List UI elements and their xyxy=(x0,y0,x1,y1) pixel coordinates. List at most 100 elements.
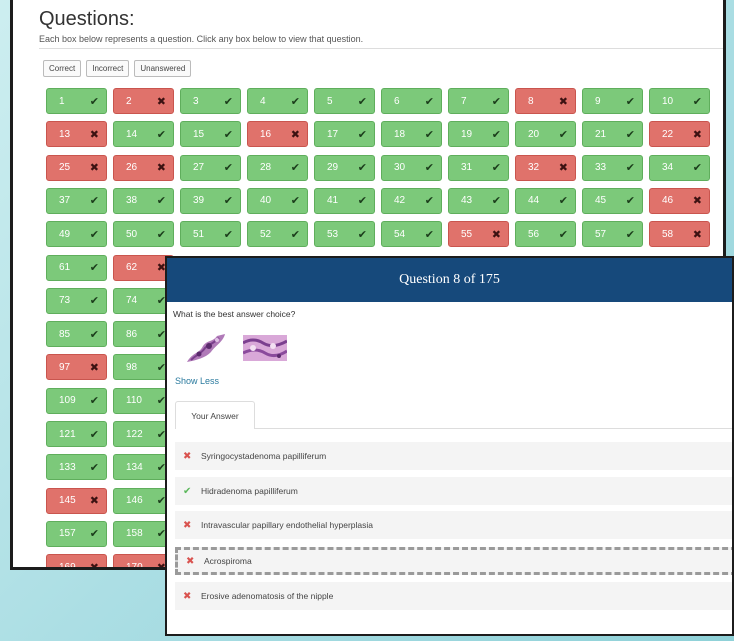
answer-choice[interactable]: ✖ Acrospiroma xyxy=(175,547,732,575)
question-box-29[interactable]: 29 ✔ xyxy=(314,154,375,181)
question-box-22[interactable]: 22 ✖ xyxy=(649,121,710,148)
question-box-32[interactable]: 32 ✖ xyxy=(515,154,576,181)
answer-choice[interactable]: ✔ Hidradenoma papilliferum xyxy=(175,477,732,505)
question-box-61[interactable]: 61 ✔ xyxy=(46,254,107,281)
question-box-17[interactable]: 17 ✔ xyxy=(314,121,375,148)
x-icon: ✖ xyxy=(183,450,192,462)
question-number: 45 xyxy=(595,195,607,207)
question-box-44[interactable]: 44 ✔ xyxy=(515,187,576,214)
check-icon: ✔ xyxy=(491,95,501,108)
question-box-39[interactable]: 39 ✔ xyxy=(180,187,241,214)
question-box-145[interactable]: 145 ✖ xyxy=(46,487,107,514)
question-number: 134 xyxy=(126,461,143,473)
question-box-97[interactable]: 97 ✖ xyxy=(46,354,107,381)
check-icon: ✔ xyxy=(183,485,192,497)
question-box-16[interactable]: 16 ✖ xyxy=(247,121,308,148)
question-box-57[interactable]: 57 ✔ xyxy=(582,221,643,248)
histology-image-2[interactable] xyxy=(243,335,287,361)
check-icon: ✔ xyxy=(89,95,99,108)
filter-incorrect-button[interactable]: Incorrect xyxy=(86,60,130,77)
question-box-38[interactable]: 38 ✔ xyxy=(113,187,174,214)
question-box-121[interactable]: 121 ✔ xyxy=(46,421,107,447)
question-box-13[interactable]: 13 ✖ xyxy=(46,121,107,148)
question-number: 85 xyxy=(59,328,71,340)
question-box-54[interactable]: 54 ✔ xyxy=(381,221,442,248)
tab-underline xyxy=(255,428,732,429)
question-box-34[interactable]: 34 ✔ xyxy=(649,154,710,181)
answer-choice[interactable]: ✖ Erosive adenomatosis of the nipple xyxy=(175,582,732,610)
question-box-14[interactable]: 14 ✔ xyxy=(113,121,174,148)
question-box-21[interactable]: 21 ✔ xyxy=(582,121,643,148)
question-number: 25 xyxy=(59,162,71,174)
question-number: 14 xyxy=(126,128,138,140)
question-box-1[interactable]: 1 ✔ xyxy=(46,88,107,114)
question-box-42[interactable]: 42 ✔ xyxy=(381,187,442,214)
question-box-133[interactable]: 133 ✔ xyxy=(46,454,107,481)
show-less-link[interactable]: Show Less xyxy=(175,376,219,386)
check-icon: ✔ xyxy=(290,228,300,241)
histology-image-1[interactable] xyxy=(185,332,231,364)
question-modal: Question 8 of 175 What is the best answe… xyxy=(165,256,734,636)
question-box-25[interactable]: 25 ✖ xyxy=(46,154,107,181)
question-box-9[interactable]: 9 ✔ xyxy=(582,88,643,114)
check-icon: ✔ xyxy=(89,295,99,308)
question-box-45[interactable]: 45 ✔ xyxy=(582,187,643,214)
question-box-50[interactable]: 50 ✔ xyxy=(113,221,174,248)
question-box-40[interactable]: 40 ✔ xyxy=(247,187,308,214)
question-box-8[interactable]: 8 ✖ xyxy=(515,88,576,114)
question-number: 46 xyxy=(662,195,674,207)
question-box-53[interactable]: 53 ✔ xyxy=(314,221,375,248)
filter-unanswered-button[interactable]: Unanswered xyxy=(134,60,192,77)
question-box-6[interactable]: 6 ✔ xyxy=(381,88,442,114)
question-box-51[interactable]: 51 ✔ xyxy=(180,221,241,248)
question-box-31[interactable]: 31 ✔ xyxy=(448,154,509,181)
question-box-15[interactable]: 15 ✔ xyxy=(180,121,241,148)
x-icon: ✖ xyxy=(89,162,99,175)
question-box-5[interactable]: 5 ✔ xyxy=(314,88,375,114)
question-box-30[interactable]: 30 ✔ xyxy=(381,154,442,181)
question-box-18[interactable]: 18 ✔ xyxy=(381,121,442,148)
question-box-56[interactable]: 56 ✔ xyxy=(515,221,576,248)
question-box-52[interactable]: 52 ✔ xyxy=(247,221,308,248)
question-box-73[interactable]: 73 ✔ xyxy=(46,287,107,314)
answer-choice[interactable]: ✖ Intravascular papillary endothelial hyp… xyxy=(175,511,732,539)
question-box-49[interactable]: 49 ✔ xyxy=(46,221,107,248)
question-box-4[interactable]: 4 ✔ xyxy=(247,88,308,114)
check-icon: ✔ xyxy=(357,228,367,241)
question-box-46[interactable]: 46 ✖ xyxy=(649,187,710,214)
check-icon: ✔ xyxy=(290,95,300,108)
question-box-27[interactable]: 27 ✔ xyxy=(180,154,241,181)
question-number: 51 xyxy=(193,228,205,240)
check-icon: ✔ xyxy=(424,228,434,241)
question-box-7[interactable]: 7 ✔ xyxy=(448,88,509,114)
question-box-26[interactable]: 26 ✖ xyxy=(113,154,174,181)
question-box-43[interactable]: 43 ✔ xyxy=(448,187,509,214)
answer-choice[interactable]: ✖ Syringocystadenoma papilliferum xyxy=(175,442,732,470)
question-box-169[interactable]: 169 ✖ xyxy=(46,554,107,567)
check-icon: ✔ xyxy=(491,195,501,208)
question-number: 20 xyxy=(528,128,540,140)
check-icon: ✔ xyxy=(357,128,367,141)
question-box-33[interactable]: 33 ✔ xyxy=(582,154,643,181)
filter-correct-button[interactable]: Correct xyxy=(43,60,82,77)
question-box-19[interactable]: 19 ✔ xyxy=(448,121,509,148)
question-box-85[interactable]: 85 ✔ xyxy=(46,321,107,348)
question-box-58[interactable]: 58 ✖ xyxy=(649,221,710,248)
question-number: 56 xyxy=(528,228,540,240)
question-box-28[interactable]: 28 ✔ xyxy=(247,154,308,181)
question-box-20[interactable]: 20 ✔ xyxy=(515,121,576,148)
question-box-109[interactable]: 109 ✔ xyxy=(46,387,107,414)
question-box-2[interactable]: 2 ✖ xyxy=(113,88,174,114)
question-box-55[interactable]: 55 ✖ xyxy=(448,221,509,248)
question-number: 52 xyxy=(260,228,272,240)
check-icon: ✔ xyxy=(357,162,367,175)
question-box-10[interactable]: 10 ✔ xyxy=(649,88,710,114)
tab-your-answer[interactable]: Your Answer xyxy=(175,401,255,429)
question-number: 6 xyxy=(394,95,400,107)
check-icon: ✔ xyxy=(89,228,99,241)
question-number: 39 xyxy=(193,195,205,207)
question-box-3[interactable]: 3 ✔ xyxy=(180,88,241,114)
question-box-37[interactable]: 37 ✔ xyxy=(46,187,107,214)
question-box-41[interactable]: 41 ✔ xyxy=(314,187,375,214)
question-box-157[interactable]: 157 ✔ xyxy=(46,520,107,547)
